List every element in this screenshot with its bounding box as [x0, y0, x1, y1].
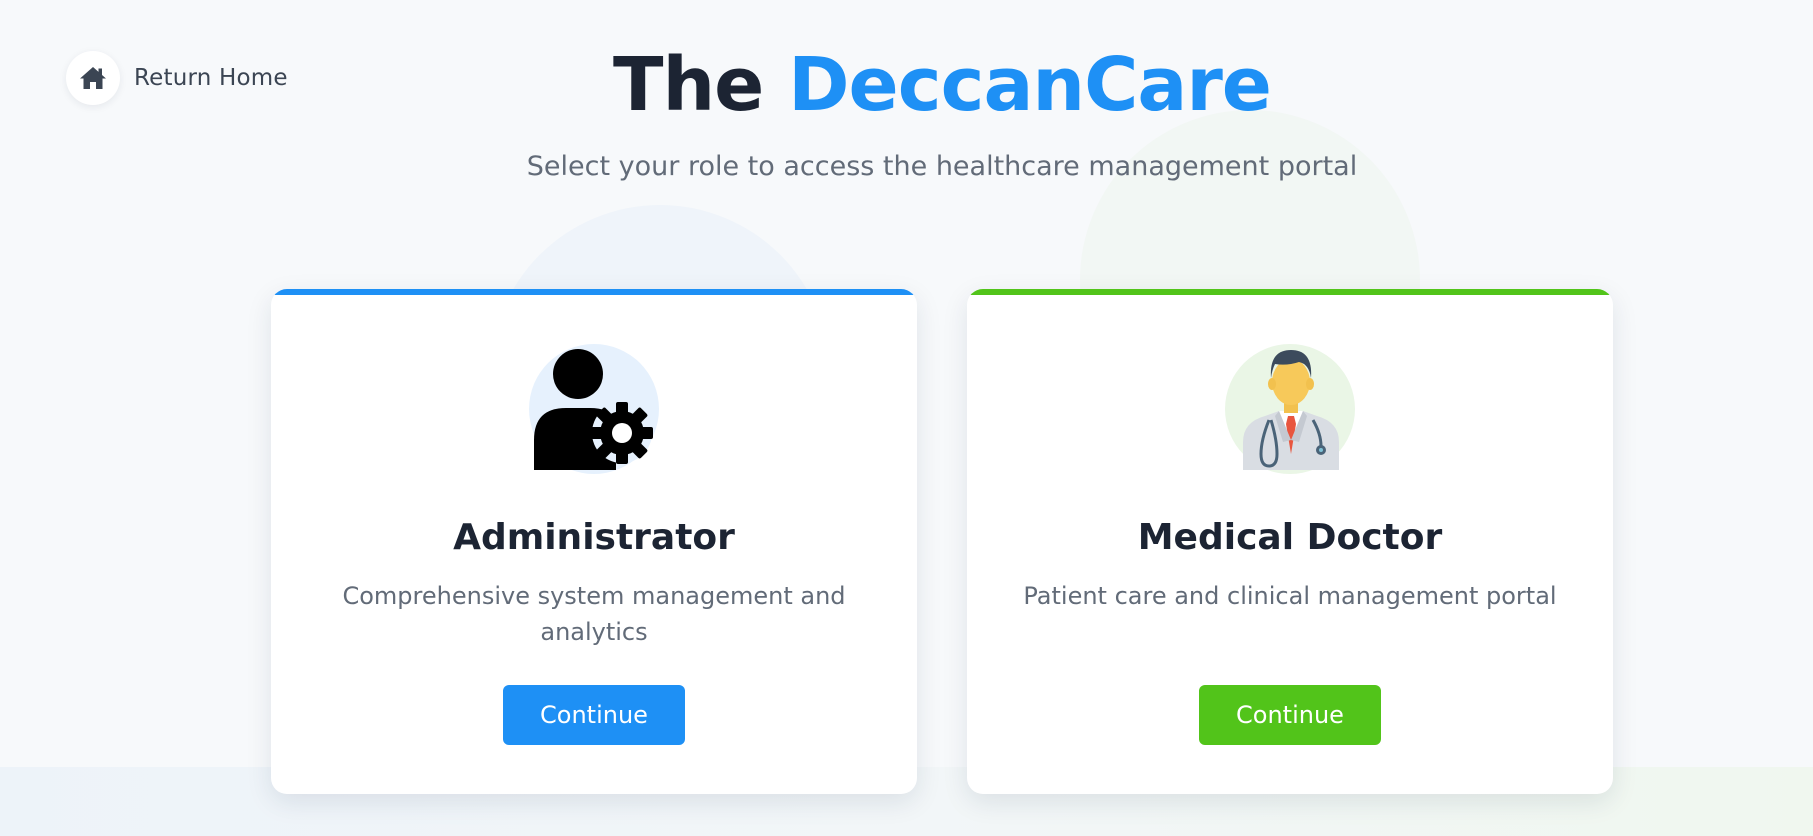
role-description: Patient care and clinical management por… — [1023, 582, 1557, 610]
title-prefix: The — [612, 42, 764, 128]
role-title: Administrator — [453, 517, 735, 558]
page-title: The DeccanCare — [0, 42, 1813, 128]
continue-button-doctor[interactable]: Continue — [1199, 685, 1381, 745]
doctor-icon — [1225, 344, 1357, 474]
card-accent-bar — [967, 289, 1613, 295]
role-card-administrator[interactable]: Administrator Comprehensive system manag… — [271, 289, 917, 794]
role-description: Comprehensive system management and anal… — [342, 582, 846, 646]
admin-gear-icon — [529, 344, 661, 474]
card-accent-bar — [271, 289, 917, 295]
brand-name: DeccanCare — [788, 42, 1272, 128]
page-subtitle: Select your role to access the healthcar… — [526, 151, 1358, 182]
role-selection-page: Return Home The DeccanCare Select your r… — [0, 0, 1813, 836]
continue-button-administrator[interactable]: Continue — [503, 685, 685, 745]
role-title: Medical Doctor — [1137, 517, 1443, 558]
role-card-doctor[interactable]: Medical Doctor Patient care and clinical… — [967, 289, 1613, 794]
